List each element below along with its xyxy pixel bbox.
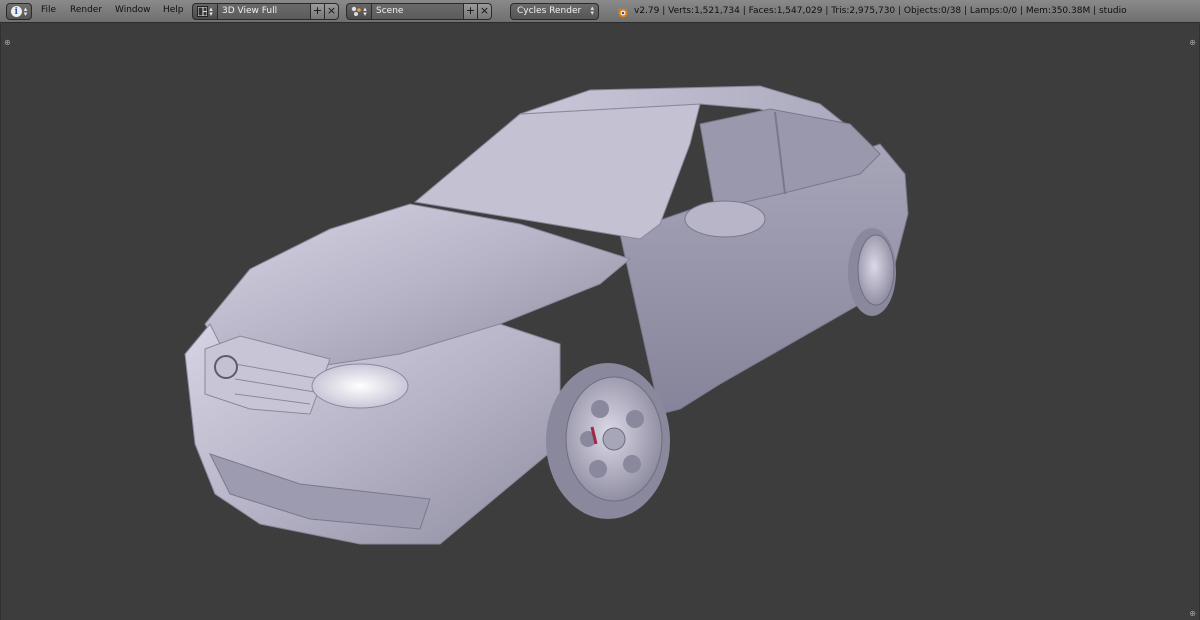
updown-arrows-icon: ▴ ▾ [23,4,28,18]
render-engine-label: Cycles Render [517,6,582,16]
car-badge [214,355,238,379]
updown-arrows-icon: ▴ ▾ [209,4,213,18]
delete-scene-button[interactable]: × [478,3,492,20]
add-screen-button[interactable]: + [311,3,325,20]
car-model[interactable] [0,24,1200,620]
add-scene-button[interactable]: + [464,3,478,20]
layout-grid-icon[interactable]: ▴ ▾ [192,3,218,20]
editor-type-selector[interactable]: i ▴ ▾ [6,3,32,20]
info-icon: i [10,6,22,17]
menu-file[interactable]: File [41,5,56,15]
scene-icon[interactable]: ▴ ▾ [346,3,372,20]
updown-arrows-icon: ▴ ▾ [363,4,367,18]
blender-logo-icon [617,8,628,18]
car-side-mirror [684,200,766,238]
delete-screen-button[interactable]: × [325,3,339,20]
scene-selector[interactable]: ▴ ▾ Scene + × [346,3,492,20]
menu-help[interactable]: Help [163,5,184,15]
screen-layout-name[interactable]: 3D View Full [218,3,311,20]
updown-arrows-icon: ▴ ▾ [590,4,594,17]
menu-render[interactable]: Render [70,5,102,15]
scene-name[interactable]: Scene [372,3,464,20]
scene-statistics: v2.79 | Verts:1,521,734 | Faces:1,547,02… [634,6,1127,16]
car-headlight [311,363,409,409]
menu-window[interactable]: Window [115,5,151,15]
render-engine-selector[interactable]: Cycles Render ▴ ▾ [510,3,599,20]
screen-layout-selector[interactable]: ▴ ▾ 3D View Full + × [192,3,339,20]
info-header: i ▴ ▾ File Render Window Help ▴ ▾ 3D View … [0,0,1200,23]
